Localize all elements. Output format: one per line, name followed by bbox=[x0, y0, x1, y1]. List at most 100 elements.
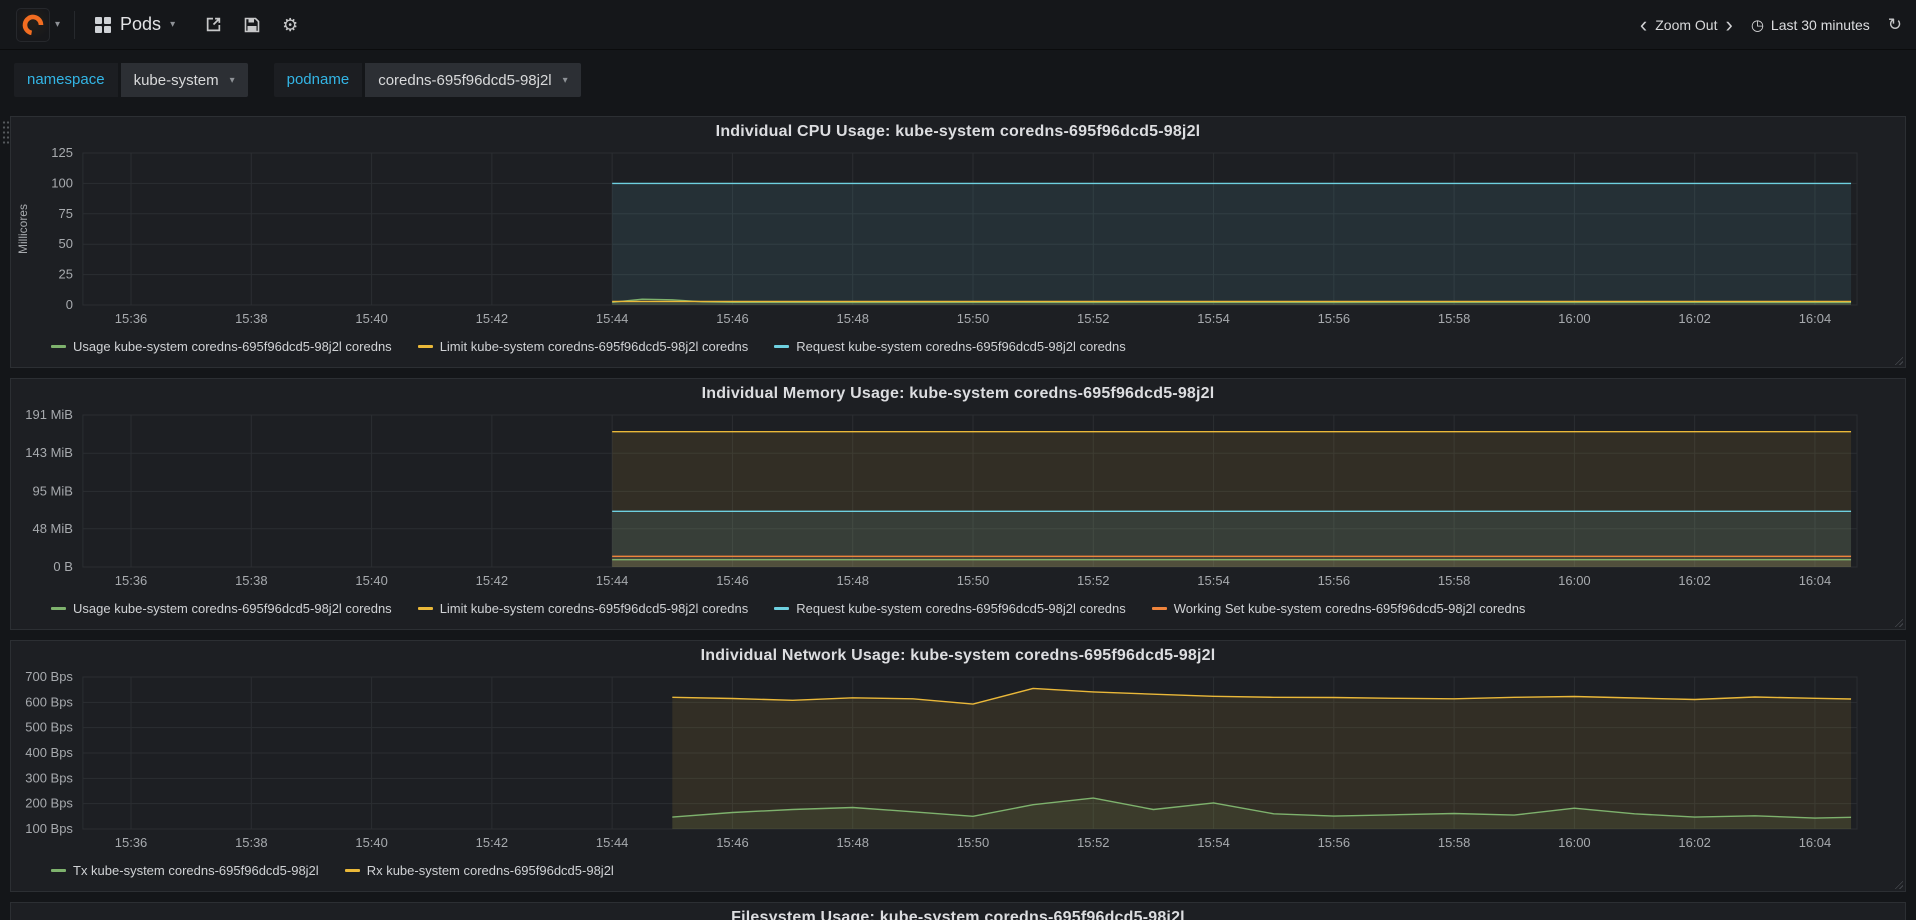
svg-text:100 Bps: 100 Bps bbox=[25, 821, 73, 836]
svg-text:16:04: 16:04 bbox=[1799, 573, 1831, 588]
settings-button[interactable]: ⚙ bbox=[282, 16, 298, 34]
dashboard-grid-icon bbox=[95, 16, 112, 33]
svg-text:15:36: 15:36 bbox=[115, 835, 147, 850]
grafana-logo-button[interactable]: ▾ bbox=[14, 6, 62, 44]
svg-text:0: 0 bbox=[66, 297, 73, 312]
series-color-dash bbox=[417, 607, 433, 610]
svg-text:16:00: 16:00 bbox=[1558, 311, 1590, 326]
zoom-out-button[interactable]: Zoom Out bbox=[1651, 17, 1721, 33]
panel-filesystem: Filesystem Usage: kube-system coredns-69… bbox=[10, 902, 1906, 920]
svg-text:15:38: 15:38 bbox=[235, 835, 267, 850]
variable-value-text: coredns-695f96dcd5-98j2l bbox=[378, 71, 552, 89]
variable-dropdown-namespace[interactable]: kube-system ▾ bbox=[120, 63, 248, 97]
series-label: Limit kube-system coredns-695f96dcd5-98j… bbox=[439, 339, 749, 354]
legend-item[interactable]: Working Set kube-system coredns-695f96dc… bbox=[1151, 601, 1525, 616]
variable-label-podname: podname bbox=[273, 63, 363, 97]
divider bbox=[74, 10, 76, 39]
svg-text:Millicores: Millicores bbox=[16, 204, 30, 254]
svg-text:15:36: 15:36 bbox=[115, 573, 147, 588]
variable-podname: podname coredns-695f96dcd5-98j2l ▾ bbox=[273, 63, 581, 97]
row-drag-handle-icon[interactable] bbox=[2, 120, 10, 144]
series-color-dash bbox=[774, 607, 790, 610]
chevron-down-icon: ▾ bbox=[55, 19, 61, 30]
svg-text:16:02: 16:02 bbox=[1678, 573, 1710, 588]
panel-cpu: Individual CPU Usage: kube-system coredn… bbox=[10, 116, 1906, 368]
series-color-dash bbox=[51, 869, 66, 872]
legend-item[interactable]: Usage kube-system coredns-695f96dcd5-98j… bbox=[51, 339, 392, 354]
variable-label-namespace: namespace bbox=[14, 63, 118, 97]
series-color-dash bbox=[344, 869, 360, 872]
series-color-dash bbox=[51, 345, 66, 348]
variable-namespace: namespace kube-system ▾ bbox=[14, 63, 248, 97]
chart-legend: Tx kube-system coredns-695f96dcd5-98j2l R… bbox=[51, 863, 1905, 878]
series-label: Request kube-system coredns-695f96dcd5-9… bbox=[796, 339, 1126, 354]
variable-row: namespace kube-system ▾ podname coredns-… bbox=[0, 50, 1916, 110]
svg-text:15:50: 15:50 bbox=[957, 573, 989, 588]
svg-text:16:00: 16:00 bbox=[1558, 835, 1590, 850]
svg-text:15:54: 15:54 bbox=[1197, 311, 1229, 326]
svg-text:600 Bps: 600 Bps bbox=[25, 694, 73, 709]
svg-text:15:38: 15:38 bbox=[235, 573, 267, 588]
variable-value-text: kube-system bbox=[133, 71, 219, 89]
svg-text:15:48: 15:48 bbox=[836, 311, 868, 326]
svg-text:16:04: 16:04 bbox=[1799, 311, 1831, 326]
grafana-flame-icon bbox=[16, 7, 50, 42]
time-shift-back-button[interactable]: ‹ bbox=[1636, 13, 1651, 35]
svg-text:15:42: 15:42 bbox=[476, 573, 508, 588]
legend-item[interactable]: Limit kube-system coredns-695f96dcd5-98j… bbox=[417, 339, 749, 354]
legend-item[interactable]: Request kube-system coredns-695f96dcd5-9… bbox=[774, 601, 1126, 616]
chevron-down-icon: ▾ bbox=[229, 74, 235, 86]
save-button[interactable] bbox=[244, 17, 260, 33]
chart-cpu[interactable]: 0 25 50 75 100 125 15:36 15:38 15:40 15:42 15:44 15… bbox=[11, 147, 1905, 331]
svg-text:15:42: 15:42 bbox=[476, 311, 508, 326]
panel-title[interactable]: Individual CPU Usage: kube-system coredn… bbox=[11, 117, 1905, 147]
svg-text:48 MiB: 48 MiB bbox=[33, 521, 73, 536]
panel-resize-handle[interactable] bbox=[1893, 617, 1903, 627]
svg-text:15:52: 15:52 bbox=[1077, 835, 1109, 850]
series-color-dash bbox=[417, 345, 433, 348]
svg-text:0 B: 0 B bbox=[53, 559, 72, 574]
svg-text:15:58: 15:58 bbox=[1438, 311, 1470, 326]
legend-item[interactable]: Tx kube-system coredns-695f96dcd5-98j2l bbox=[51, 863, 319, 878]
share-button[interactable] bbox=[205, 16, 222, 33]
clock-icon: ◷ bbox=[1750, 16, 1764, 34]
legend-item[interactable]: Usage kube-system coredns-695f96dcd5-98j… bbox=[51, 601, 392, 616]
variable-dropdown-podname[interactable]: coredns-695f96dcd5-98j2l ▾ bbox=[365, 63, 581, 97]
chart-legend: Usage kube-system coredns-695f96dcd5-98j… bbox=[51, 339, 1905, 354]
dashboard-picker[interactable]: Pods ▾ bbox=[87, 8, 183, 41]
svg-text:100: 100 bbox=[51, 175, 73, 190]
series-label: Usage kube-system coredns-695f96dcd5-98j… bbox=[73, 339, 392, 354]
series-label: Request kube-system coredns-695f96dcd5-9… bbox=[796, 601, 1126, 616]
time-shift-forward-button[interactable]: › bbox=[1721, 13, 1736, 35]
dashboard-title: Pods bbox=[120, 14, 162, 34]
svg-text:15:52: 15:52 bbox=[1077, 573, 1109, 588]
legend-item[interactable]: Limit kube-system coredns-695f96dcd5-98j… bbox=[417, 601, 748, 616]
panel-title[interactable]: Individual Memory Usage: kube-system cor… bbox=[11, 379, 1905, 409]
svg-text:16:02: 16:02 bbox=[1678, 835, 1710, 850]
svg-text:400 Bps: 400 Bps bbox=[25, 745, 73, 760]
refresh-button[interactable]: ↻ bbox=[1888, 15, 1902, 35]
svg-text:75: 75 bbox=[58, 206, 72, 221]
svg-text:15:40: 15:40 bbox=[355, 573, 387, 588]
share-icon bbox=[206, 17, 221, 32]
chart-memory[interactable]: 0 B 48 MiB 95 MiB 143 MiB 191 MiB 15:36 15:38 1… bbox=[11, 409, 1905, 593]
svg-text:15:46: 15:46 bbox=[716, 311, 748, 326]
svg-text:16:02: 16:02 bbox=[1678, 311, 1710, 326]
svg-text:25: 25 bbox=[58, 267, 72, 282]
svg-text:16:00: 16:00 bbox=[1558, 573, 1590, 588]
panel-title[interactable]: Individual Network Usage: kube-system co… bbox=[11, 641, 1905, 671]
svg-text:15:50: 15:50 bbox=[957, 311, 989, 326]
chevron-down-icon: ▾ bbox=[170, 19, 176, 30]
panel-title[interactable]: Filesystem Usage: kube-system coredns-69… bbox=[11, 903, 1905, 920]
time-range-picker[interactable]: ◷ Last 30 minutes bbox=[1751, 16, 1870, 34]
svg-text:16:04: 16:04 bbox=[1799, 835, 1831, 850]
chart-network[interactable]: 100 Bps 200 Bps 300 Bps 400 Bps 500 Bps 600 B… bbox=[11, 671, 1905, 855]
navbar: ▾ Pods ▾ ⚙ ‹ Zoom Out › ◷ Last 30 minute… bbox=[0, 0, 1916, 50]
svg-text:15:46: 15:46 bbox=[716, 835, 748, 850]
panel-resize-handle[interactable] bbox=[1893, 355, 1903, 365]
svg-text:15:44: 15:44 bbox=[596, 311, 628, 326]
legend-item[interactable]: Request kube-system coredns-695f96dcd5-9… bbox=[774, 339, 1126, 354]
svg-text:15:54: 15:54 bbox=[1197, 835, 1229, 850]
legend-item[interactable]: Rx kube-system coredns-695f96dcd5-98j2l bbox=[344, 863, 614, 878]
panel-resize-handle[interactable] bbox=[1893, 879, 1903, 889]
